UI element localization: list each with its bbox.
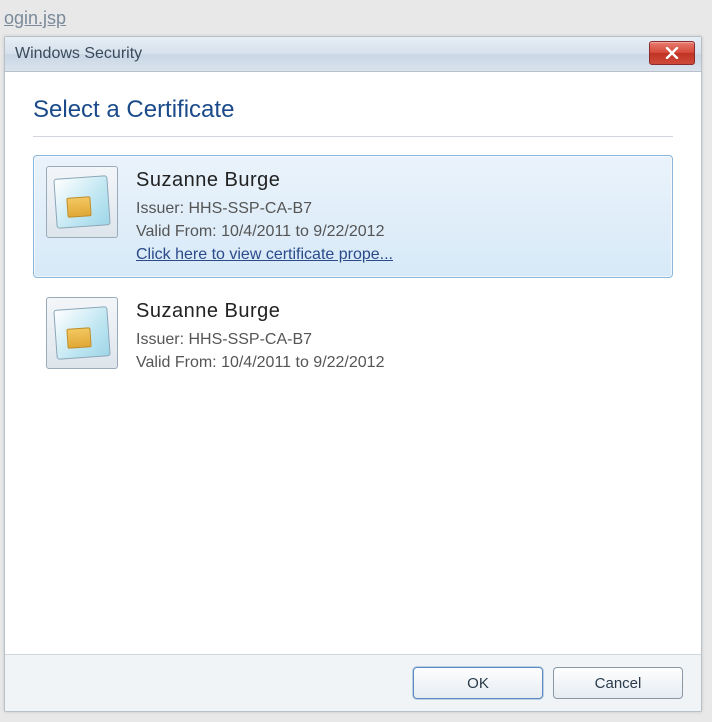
certificate-item[interactable]: Suzanne Burge Issuer: HHS-SSP-CA-B7 Vali… [33,155,673,278]
valid-label: Valid From: [136,223,217,240]
certificate-item[interactable]: Suzanne Burge Issuer: HHS-SSP-CA-B7 Vali… [33,286,673,385]
certificate-name: Suzanne Burge [136,166,660,195]
smartcard-icon [46,166,118,238]
close-icon [665,47,679,59]
view-certificate-properties-link[interactable]: Click here to view certificate prope... [136,243,660,266]
certificate-validity: Valid From: 10/4/2011 to 9/22/2012 [136,351,660,374]
dialog-body: Select a Certificate Suzanne Burge Issue… [5,72,701,654]
close-button[interactable] [649,41,695,65]
ok-button[interactable]: OK [413,667,543,699]
dialog-heading: Select a Certificate [33,96,673,124]
issuer-value: HHS-SSP-CA-B7 [188,200,312,217]
windows-security-dialog: Windows Security Select a Certificate [4,36,702,712]
certificate-issuer: Issuer: HHS-SSP-CA-B7 [136,197,660,220]
dialog-titlebar: Windows Security [5,37,701,72]
certificate-name: Suzanne Burge [136,297,660,326]
issuer-label: Issuer: [136,200,184,217]
divider [33,136,673,137]
dialog-button-bar: OK Cancel [5,654,701,711]
certificate-issuer: Issuer: HHS-SSP-CA-B7 [136,328,660,351]
issuer-value: HHS-SSP-CA-B7 [188,331,312,348]
certificate-info: Suzanne Burge Issuer: HHS-SSP-CA-B7 Vali… [136,166,660,267]
valid-value: 10/4/2011 to 9/22/2012 [221,354,384,371]
dialog-title: Windows Security [15,45,142,63]
valid-label: Valid From: [136,354,217,371]
certificate-validity: Valid From: 10/4/2011 to 9/22/2012 [136,220,660,243]
cancel-button[interactable]: Cancel [553,667,683,699]
certificate-info: Suzanne Burge Issuer: HHS-SSP-CA-B7 Vali… [136,297,660,374]
valid-value: 10/4/2011 to 9/22/2012 [221,223,384,240]
smartcard-icon [46,297,118,369]
certificate-list: Suzanne Burge Issuer: HHS-SSP-CA-B7 Vali… [33,155,673,385]
issuer-label: Issuer: [136,331,184,348]
page-crumb: ogin.jsp [0,0,712,33]
